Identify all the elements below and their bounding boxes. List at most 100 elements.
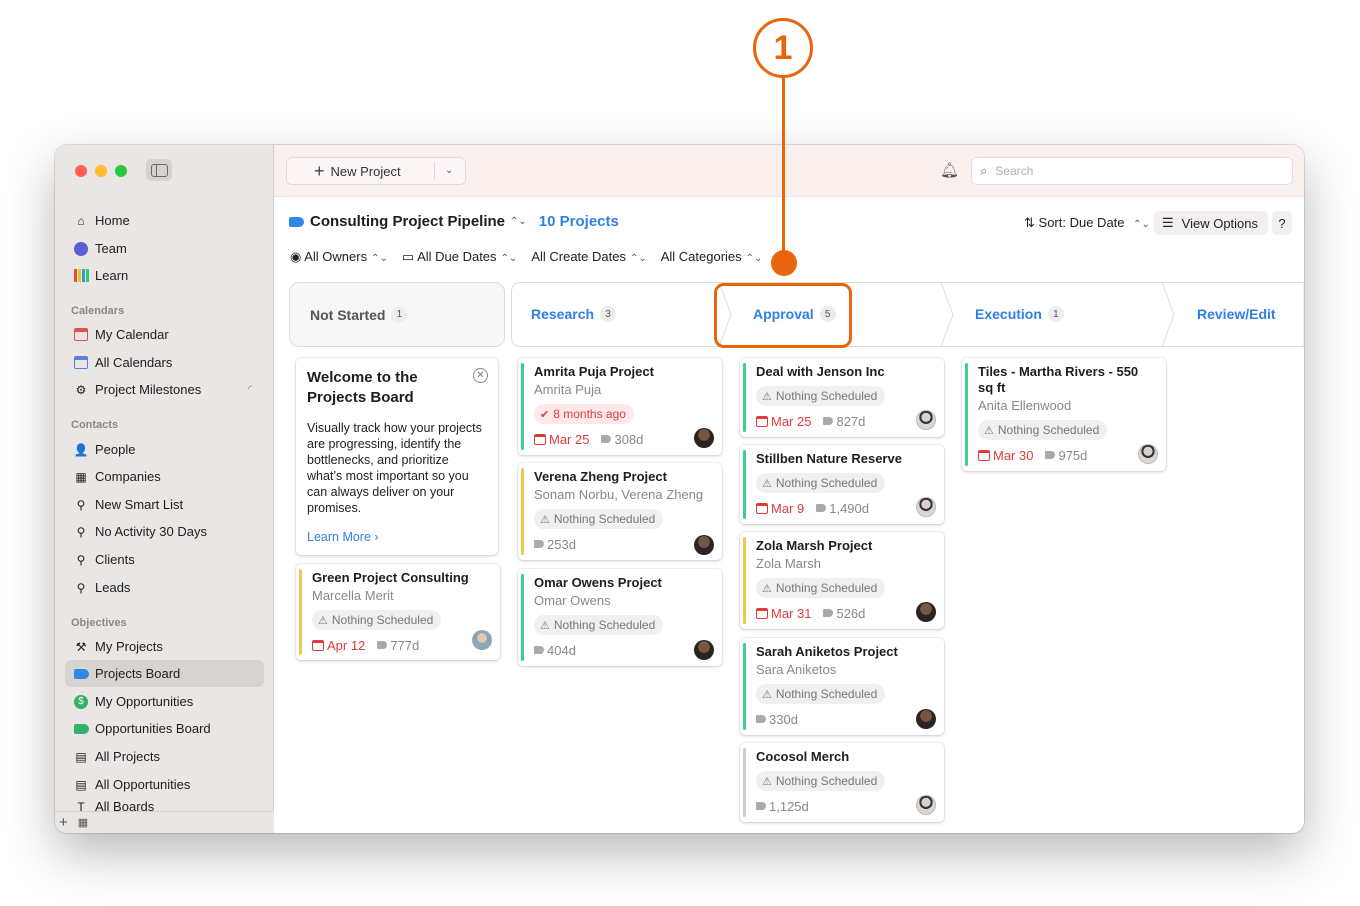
card-meta: Mar 30 975d: [978, 446, 1156, 464]
building-icon: ▦: [75, 469, 87, 484]
updown-chevron-icon: ⌃⌄: [500, 253, 518, 264]
filter-owners[interactable]: ◉ All Owners ⌃⌄: [290, 249, 388, 265]
sidebar-item-opportunities-board[interactable]: Opportunities Board: [65, 715, 264, 742]
zoom-window-button[interactable]: [115, 165, 127, 177]
learn-more-link[interactable]: Learn More ›: [307, 530, 487, 544]
stage-execution[interactable]: Execution 1: [975, 306, 1064, 322]
filter-categories[interactable]: All Categories ⌃⌄: [661, 249, 763, 265]
avatar: [916, 795, 936, 815]
new-project-button[interactable]: + New Project ⌄: [286, 157, 466, 185]
project-card[interactable]: Zola Marsh Project Zola Marsh ⚠ Nothing S…: [740, 532, 944, 629]
add-icon[interactable]: +: [59, 814, 68, 831]
close-circle-icon[interactable]: ✕: [473, 368, 488, 383]
stage-review-edit[interactable]: Review/Edit: [1197, 306, 1276, 322]
project-card[interactable]: Amrita Puja Project Amrita Puja ✔ 8 month…: [518, 358, 722, 455]
sidebar-item-my-projects[interactable]: ⚒ My Projects: [65, 633, 264, 660]
smart-list-icon: ⚲: [76, 580, 86, 595]
avatar: [916, 497, 936, 517]
sidebar-item-clients[interactable]: ⚲ Clients: [65, 546, 264, 573]
sidebar-item-label: New Smart List: [95, 497, 184, 512]
sidebar-item-leads[interactable]: ⚲ Leads: [65, 574, 264, 601]
card-person: Marcella Merit: [312, 588, 394, 603]
sidebar-item-my-opportunities[interactable]: $ My Opportunities: [65, 688, 264, 715]
dollar-icon: $: [73, 694, 89, 710]
filter-due-dates[interactable]: ▭ All Due Dates ⌃⌄: [402, 249, 517, 265]
calendar-icon: [73, 355, 89, 371]
project-card[interactable]: Stillben Nature Reserve ⚠ Nothing Schedul…: [740, 445, 944, 524]
sidebar-item-label: My Opportunities: [95, 694, 194, 709]
board-title[interactable]: Consulting Project Pipeline ⌃⌄ 10 Projec…: [289, 213, 619, 230]
sidebar-toggle-button[interactable]: [146, 159, 172, 181]
sidebar-section-calendars: Calendars: [71, 305, 125, 317]
view-options-button[interactable]: ☰ View Options: [1154, 211, 1268, 235]
minimize-window-button[interactable]: [95, 165, 107, 177]
pill-label: Nothing Scheduled: [553, 618, 656, 632]
warning-icon: ⚠: [762, 775, 772, 788]
warning-icon: ⚠: [540, 513, 550, 526]
sidebar-item-label: All Calendars: [95, 355, 173, 370]
sliders-icon: ☰: [1162, 215, 1174, 230]
status-bar: [743, 748, 746, 817]
sidebar-item-label: My Calendar: [95, 327, 169, 342]
sidebar-item-label: Team: [95, 241, 127, 256]
chevron-down-icon[interactable]: ⌄: [445, 165, 453, 176]
sidebar-item-team[interactable]: Team: [65, 235, 264, 262]
pill-label: Nothing Scheduled: [775, 389, 878, 403]
filter-label: All Create Dates: [531, 249, 626, 264]
close-window-button[interactable]: [75, 165, 87, 177]
stage-name: Execution: [975, 306, 1042, 322]
status-bar: [299, 569, 302, 655]
sidebar-item-new-smart-list[interactable]: ⚲ New Smart List: [65, 491, 264, 518]
project-card[interactable]: Deal with Jenson Inc ⚠ Nothing Scheduled …: [740, 358, 944, 437]
card-title: Green Project Consulting: [312, 570, 469, 585]
avatar: [916, 602, 936, 622]
search-input[interactable]: ⌕ Search: [971, 157, 1293, 185]
project-card[interactable]: Green Project Consulting Marcella Merit …: [296, 564, 500, 660]
schedule-pill: ⚠ Nothing Scheduled: [756, 578, 886, 598]
welcome-card: Welcome to the Projects Board ✕ Visually…: [296, 358, 498, 555]
project-card[interactable]: Verena Zheng Project Sonam Norbu, Verena…: [518, 463, 722, 560]
due-label: Mar 30: [993, 447, 1034, 463]
help-button[interactable]: ?: [1272, 211, 1292, 235]
sidebar-item-companies[interactable]: ▦ Companies: [65, 463, 264, 490]
sidebar-item-all-calendars[interactable]: All Calendars: [65, 349, 264, 376]
checkmark-icon: ✔: [540, 408, 550, 421]
card-meta: 330d: [756, 710, 934, 728]
card-meta: 1,125d: [756, 797, 934, 815]
sidebar-item-my-calendar[interactable]: My Calendar: [65, 321, 264, 348]
filter-create-dates[interactable]: All Create Dates ⌃⌄: [531, 249, 646, 265]
tag-icon: [1045, 451, 1056, 459]
person-icon: 👤: [73, 442, 89, 457]
sidebar-item-projects-board[interactable]: Projects Board: [65, 660, 264, 687]
sidebar-item-all-opportunities[interactable]: ▤ All Opportunities: [65, 771, 264, 798]
sidebar-item-project-milestones[interactable]: ⚙ Project Milestones ◜: [65, 376, 264, 403]
plus-icon: +: [314, 160, 325, 181]
card-title: Stillben Nature Reserve: [756, 451, 902, 466]
stage-research[interactable]: Research 3: [531, 306, 617, 322]
sidebar-item-people[interactable]: 👤 People: [65, 436, 264, 463]
tag-icon: [534, 646, 544, 654]
sidebar-item-no-activity[interactable]: ⚲ No Activity 30 Days: [65, 518, 264, 545]
project-card[interactable]: Omar Owens Project Omar Owens ⚠ Nothing S…: [518, 569, 722, 666]
project-card[interactable]: Sarah Aniketos Project Sara Aniketos ⚠ No…: [740, 638, 944, 735]
card-person: Zola Marsh: [756, 556, 822, 571]
sidebar-item-all-projects[interactable]: ▤ All Projects: [65, 743, 264, 770]
view-options-label: View Options: [1181, 215, 1259, 231]
age-label: 975d: [1058, 447, 1088, 463]
stage-not-started[interactable]: Not Started 1: [289, 282, 505, 347]
schedule-pill: ⚠ Nothing Scheduled: [312, 610, 442, 630]
project-count-link[interactable]: 10 Projects: [539, 213, 619, 230]
project-card[interactable]: Cocosol Merch ⚠ Nothing Scheduled 1,125d: [740, 743, 944, 822]
sort-button[interactable]: ⇅ Sort: Due Date ⌃⌄: [1024, 215, 1150, 231]
sidebar-item-home[interactable]: ⌂ Home: [65, 207, 264, 234]
search-icon: ⌕: [980, 163, 988, 178]
bell-icon[interactable]: 🔔︎: [940, 161, 959, 179]
milestone-icon: ⚙: [75, 382, 87, 397]
age-label: 308d: [614, 431, 644, 447]
age-label: 253d: [547, 536, 576, 552]
calendar-small-icon[interactable]: ▦: [78, 816, 88, 829]
project-card[interactable]: Tiles - Martha Rivers - 550 sq ft Anita …: [962, 358, 1166, 471]
warning-icon: ⚠: [762, 390, 772, 403]
sidebar-item-learn[interactable]: Learn: [65, 262, 264, 289]
due-date: Apr 12: [312, 638, 365, 653]
